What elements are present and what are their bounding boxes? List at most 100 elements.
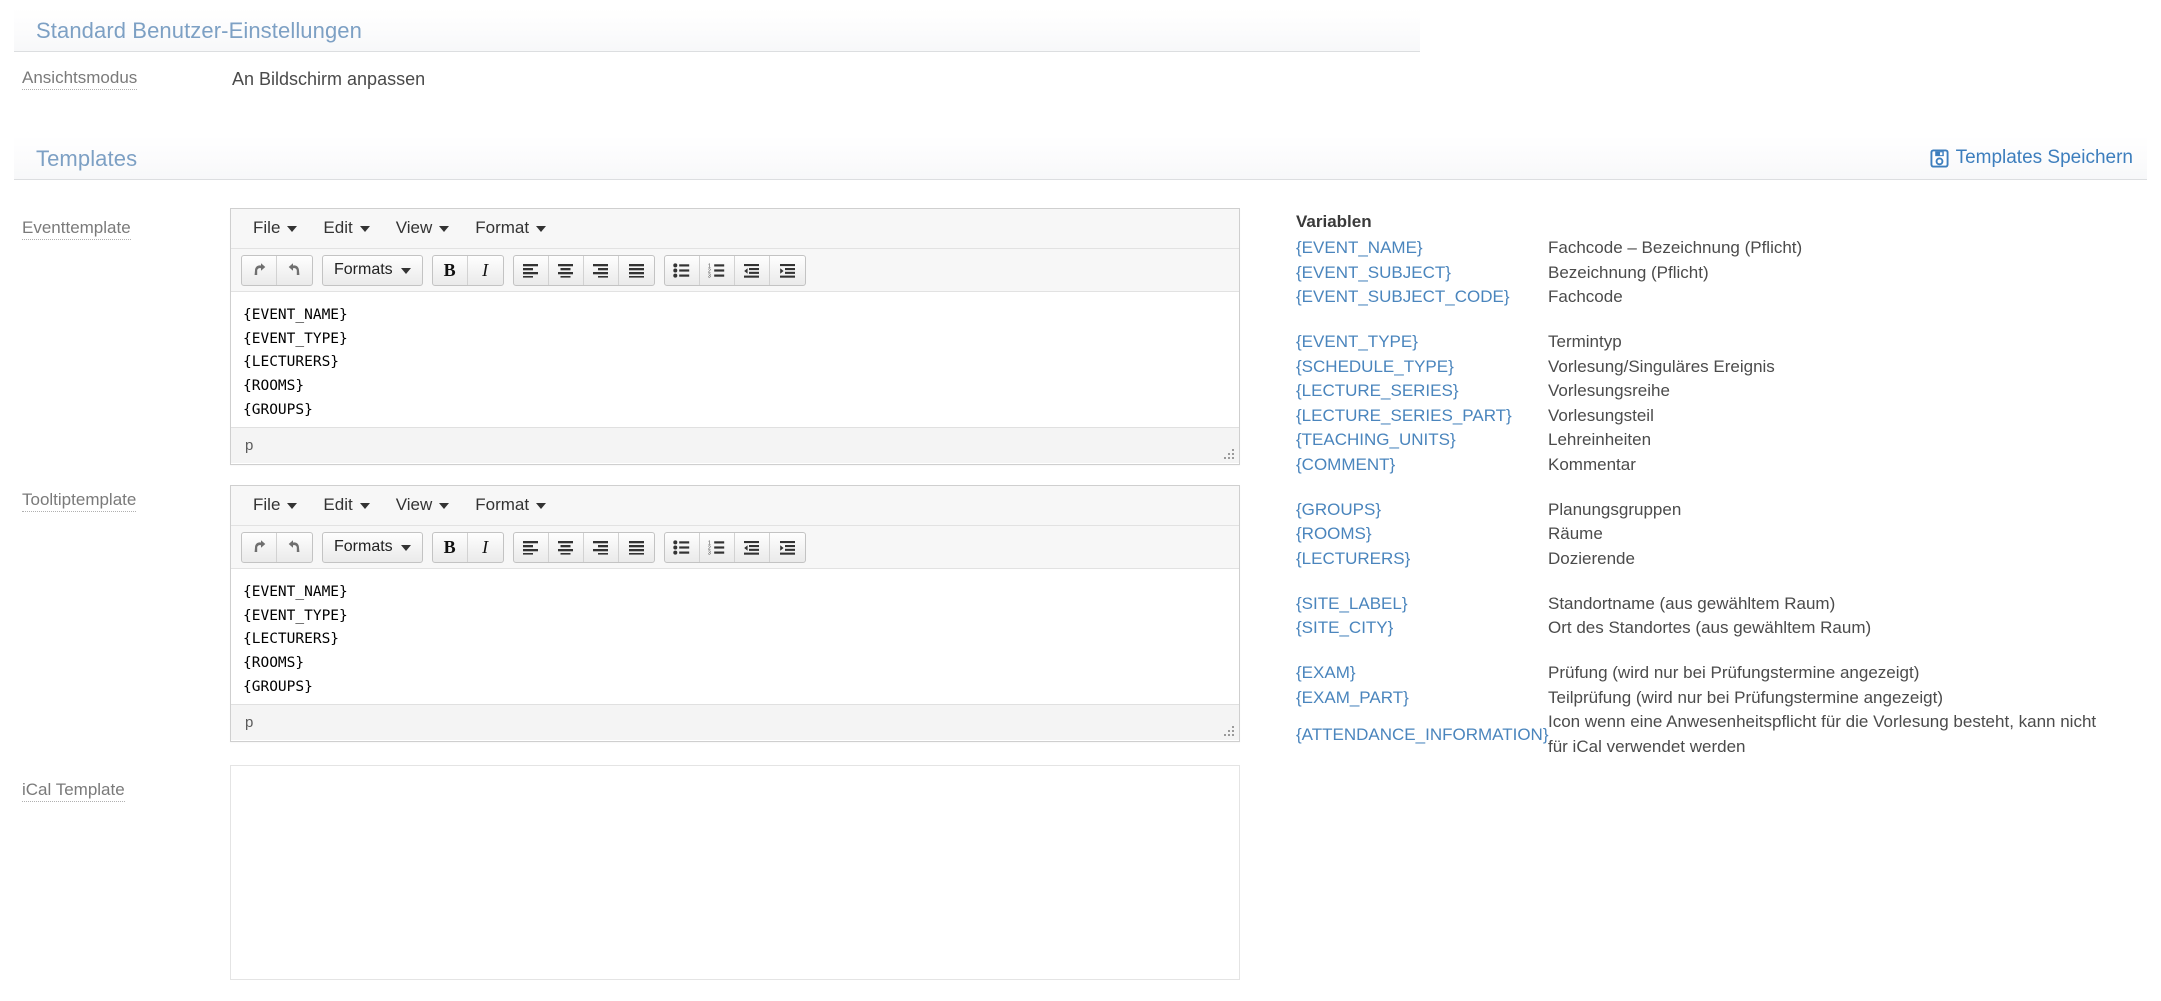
outdent-button[interactable]	[735, 532, 770, 562]
menu-format[interactable]: Format	[463, 491, 558, 520]
tooltiptemplate-element-path[interactable]: p	[231, 714, 253, 731]
outdent-button[interactable]	[735, 255, 770, 285]
tooltiptemplate-editor[interactable]: File Edit View Format Formats B I 1 2 3 …	[230, 485, 1240, 742]
variable-row: {EVENT_SUBJECT_CODE} Fachcode	[1296, 285, 2126, 310]
undo-icon	[251, 539, 268, 556]
variable-key[interactable]: {EXAM}	[1296, 661, 1548, 686]
templates-section-header: Templates Templates Speichern	[14, 136, 2147, 180]
text-style-button-group: B I	[431, 531, 504, 563]
undo-button[interactable]	[242, 255, 277, 285]
variable-description: Vorlesungsreihe	[1548, 381, 1670, 401]
bullet-list-button[interactable]	[665, 532, 700, 562]
redo-icon	[286, 262, 303, 279]
numbered-list-button[interactable]: 123	[700, 532, 735, 562]
undo-button[interactable]	[242, 532, 277, 562]
variable-key[interactable]: {ATTENDANCE_INFORMATION}	[1296, 723, 1549, 748]
tooltiptemplate-label: Tooltiptemplate	[22, 490, 137, 512]
formats-dropdown[interactable]: Formats	[323, 533, 422, 562]
ical-template-label: iCal Template	[22, 780, 125, 802]
variable-key[interactable]: {LECTURERS}	[1296, 547, 1548, 572]
bullet-list-icon	[673, 262, 690, 278]
bold-button[interactable]: B	[433, 255, 468, 285]
eventtemplate-content-area[interactable]: {EVENT_NAME} {EVENT_TYPE} {LECTURERS} {R…	[231, 292, 1239, 427]
variable-description: Teilprüfung (wird nur bei Prüfungstermin…	[1548, 687, 1943, 707]
menu-edit[interactable]: Edit	[311, 214, 381, 243]
variable-key[interactable]: {EVENT_SUBJECT}	[1296, 261, 1548, 286]
eventtemplate-editor[interactable]: File Edit View Format Formats B I 1 2 3 …	[230, 208, 1240, 465]
bullet-list-button[interactable]	[665, 255, 700, 285]
variable-key[interactable]: {EVENT_NAME}	[1296, 236, 1548, 261]
variables-panel: Variablen {EVENT_NAME} Fachcode – Bezeic…	[1296, 212, 2126, 760]
variable-description: Termintyp	[1548, 331, 1622, 351]
redo-button[interactable]	[277, 533, 312, 562]
variable-row: {SITE_LABEL} Standortname (aus gewähltem…	[1296, 592, 2126, 617]
variable-key[interactable]: {ROOMS}	[1296, 522, 1548, 547]
ical-template-input[interactable]	[230, 765, 1240, 980]
templates-save-button[interactable]: Templates Speichern	[1930, 147, 2133, 169]
chevron-down-icon	[359, 226, 370, 232]
variable-row: {SITE_CITY} Ort des Standortes (aus gewä…	[1296, 616, 2126, 641]
indent-button[interactable]	[770, 533, 805, 562]
editor-resize-handle[interactable]	[1220, 445, 1236, 461]
menu-format-label: Format	[475, 495, 530, 514]
variable-key[interactable]: {SITE_LABEL}	[1296, 592, 1548, 617]
italic-button[interactable]: I	[468, 256, 503, 285]
align-left-button[interactable]	[514, 255, 549, 285]
menu-file[interactable]: File	[241, 214, 309, 243]
editor-resize-handle[interactable]	[1220, 722, 1236, 738]
menu-format[interactable]: Format	[463, 214, 558, 243]
menu-edit[interactable]: Edit	[311, 491, 381, 520]
variable-key[interactable]: {SITE_CITY}	[1296, 616, 1548, 641]
variable-key[interactable]: {TEACHING_UNITS}	[1296, 428, 1548, 453]
variable-description: Kommentar	[1548, 455, 1636, 475]
numbered-list-button[interactable]: 123	[700, 255, 735, 285]
chevron-down-icon	[287, 226, 298, 232]
variable-key[interactable]: {SCHEDULE_TYPE}	[1296, 355, 1548, 380]
redo-button[interactable]	[277, 256, 312, 285]
bullet-list-icon	[673, 539, 690, 555]
variables-group: {EVENT_TYPE} Termintyp {SCHEDULE_TYPE} V…	[1296, 330, 2126, 478]
variable-key[interactable]: {EVENT_SUBJECT_CODE}	[1296, 285, 1548, 310]
tooltiptemplate-content-area[interactable]: {EVENT_NAME} {EVENT_TYPE} {LECTURERS} {R…	[231, 569, 1239, 704]
variable-description: Fachcode – Bezeichnung (Pflicht)	[1548, 238, 1803, 257]
align-center-button[interactable]	[549, 532, 584, 562]
align-justify-icon	[628, 263, 645, 278]
align-right-button[interactable]	[584, 255, 619, 285]
variable-key[interactable]: {LECTURE_SERIES_PART}	[1296, 404, 1548, 429]
chevron-down-icon	[536, 226, 547, 232]
indent-button[interactable]	[770, 256, 805, 285]
eventtemplate-element-path[interactable]: p	[231, 437, 253, 454]
formats-button-group: Formats	[322, 531, 423, 563]
variable-key[interactable]: {COMMENT}	[1296, 453, 1548, 478]
variable-row: {LECTURERS} Dozierende	[1296, 547, 2126, 572]
user-settings-title: Standard Benutzer-Einstellungen	[36, 18, 362, 43]
align-right-button[interactable]	[584, 532, 619, 562]
align-left-button[interactable]	[514, 532, 549, 562]
menu-view[interactable]: View	[384, 491, 462, 520]
variable-row: {GROUPS} Planungsgruppen	[1296, 498, 2126, 523]
history-button-group	[241, 254, 313, 286]
chevron-down-icon	[400, 545, 411, 551]
formats-dropdown[interactable]: Formats	[323, 256, 422, 285]
undo-icon	[251, 262, 268, 279]
menu-edit-label: Edit	[323, 218, 353, 237]
align-justify-button[interactable]	[619, 256, 654, 285]
align-justify-button[interactable]	[619, 533, 654, 562]
bold-button[interactable]: B	[433, 532, 468, 562]
menu-view[interactable]: View	[384, 214, 462, 243]
alignment-button-group	[512, 254, 655, 286]
variable-key[interactable]: {EXAM_PART}	[1296, 686, 1548, 711]
menu-file[interactable]: File	[241, 491, 309, 520]
chevron-down-icon	[287, 503, 298, 509]
italic-button[interactable]: I	[468, 533, 503, 562]
chevron-down-icon	[439, 503, 450, 509]
align-center-button[interactable]	[549, 255, 584, 285]
outdent-icon	[743, 540, 760, 555]
variable-key[interactable]: {LECTURE_SERIES}	[1296, 379, 1548, 404]
variable-key[interactable]: {EVENT_TYPE}	[1296, 330, 1548, 355]
variable-key[interactable]: {GROUPS}	[1296, 498, 1548, 523]
variable-description: Bezeichnung (Pflicht)	[1548, 262, 1709, 282]
